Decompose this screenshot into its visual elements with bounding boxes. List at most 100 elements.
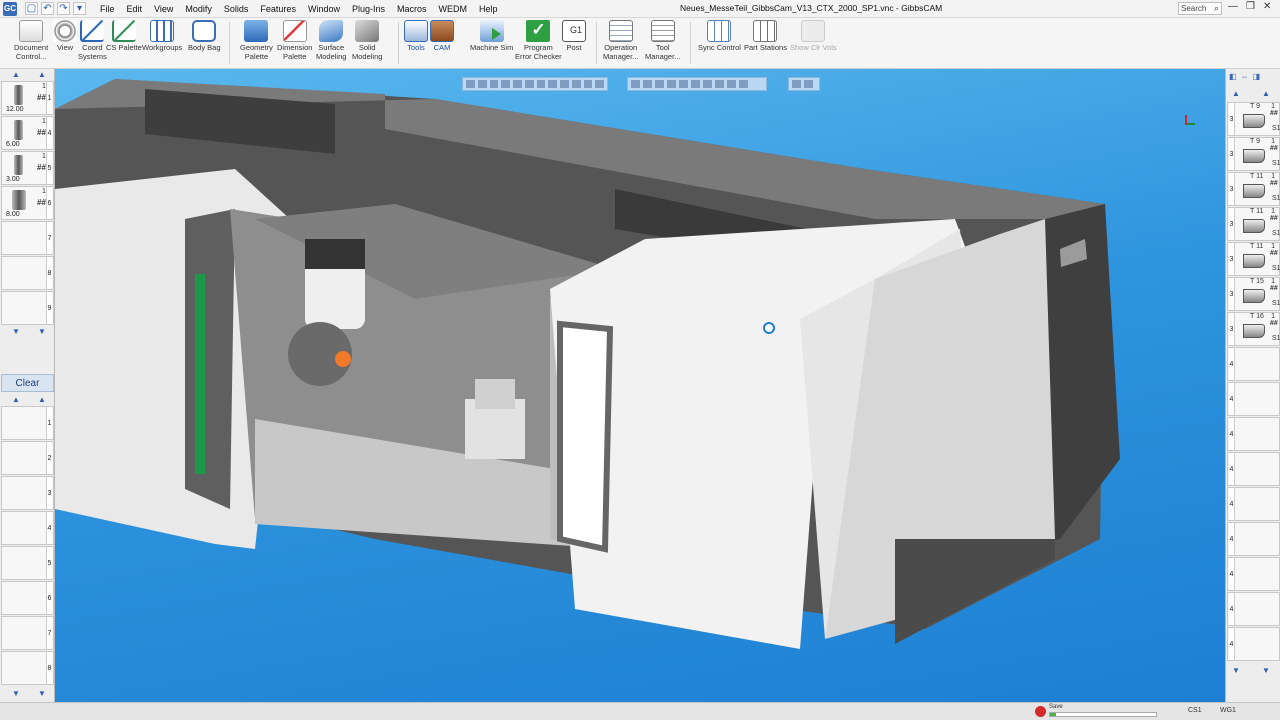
left-tool-palette: ▲ ▲ 1 ## 12.00 1 1 ## 6.00 4 1 ## 3.00 5… — [0, 69, 55, 702]
wg-indicator[interactable]: WG1 — [1220, 707, 1236, 714]
scroll-up-icon[interactable]: ▲ — [12, 395, 20, 404]
process-slot[interactable]: 6 — [1, 581, 54, 615]
clear-button[interactable]: Clear — [1, 374, 54, 392]
process-slot[interactable]: 2 — [1, 441, 54, 475]
turning-tool-slot[interactable]: 3T 11 1 ## S1 — [1227, 242, 1280, 276]
tool-slot[interactable]: 1 ## 6.00 4 — [1, 116, 54, 150]
menu-file[interactable]: File — [94, 4, 121, 14]
tool-slot-empty[interactable]: 4 — [1227, 382, 1280, 416]
3d-viewport[interactable] — [55, 69, 1225, 702]
close-button[interactable]: ✕ — [1263, 1, 1271, 12]
process-slot[interactable]: 1 — [1, 406, 54, 440]
surface-modeling-button[interactable]: Surface Modeling — [316, 20, 346, 61]
process-slot[interactable]: 5 — [1, 546, 54, 580]
menu-view[interactable]: View — [148, 4, 179, 14]
turning-tool-slot[interactable]: 3T 16 1 ## S1 — [1227, 312, 1280, 346]
solid-modeling-button[interactable]: Solid Modeling — [352, 20, 382, 61]
menu-wedm[interactable]: WEDM — [433, 4, 474, 14]
tool-slot-empty[interactable]: 9 — [1, 291, 54, 325]
tool-slot-empty[interactable]: 4 — [1227, 487, 1280, 521]
cs-palette-button[interactable]: CS Palette — [106, 20, 142, 52]
restore-button[interactable]: ❐ — [1246, 1, 1255, 12]
tool-slot-empty[interactable]: 4 — [1227, 522, 1280, 556]
coord-systems-button[interactable]: Coord Systems — [78, 20, 107, 61]
turning-tool-slot[interactable]: 3T 15 1 ## S1 — [1227, 277, 1280, 311]
menu-solids[interactable]: Solids — [218, 4, 255, 14]
menu-modify[interactable]: Modify — [179, 4, 218, 14]
gibbscam-app-icon[interactable]: GC — [3, 1, 17, 16]
view-button[interactable]: View — [53, 20, 77, 52]
body-bag-button[interactable]: Body Bag — [188, 20, 221, 52]
tool-slot-empty[interactable]: 4 — [1227, 627, 1280, 661]
search-box[interactable]: Search ⌕ — [1178, 2, 1222, 15]
menu-plug-ins[interactable]: Plug-Ins — [346, 4, 391, 14]
palette-left-icon[interactable]: ◧ — [1229, 72, 1237, 81]
scroll-bottom-icon[interactable]: ▼ — [38, 327, 46, 336]
tool-slot-empty[interactable]: 4 — [1227, 592, 1280, 626]
palette-right-icon[interactable]: ◨ — [1253, 72, 1261, 81]
tool-slot[interactable]: 1 ## 12.00 1 — [1, 81, 54, 115]
menu-macros[interactable]: Macros — [391, 4, 433, 14]
palette-swap-icon[interactable]: ⇔ — [1241, 72, 1249, 81]
turning-tool-icon — [1243, 289, 1265, 303]
program-error-checker-button[interactable]: Program Error Checker — [515, 20, 562, 61]
menu-edit[interactable]: Edit — [121, 4, 149, 14]
check-icon — [526, 20, 551, 42]
new-icon[interactable]: ▢ — [25, 2, 38, 15]
show-clr-vols-button[interactable]: Show Clr Vols — [790, 20, 837, 52]
turning-tool-slot[interactable]: 3T 9 1 ## S1 — [1227, 102, 1280, 136]
scroll-down-icon[interactable]: ▼ — [1262, 666, 1270, 675]
search-icon[interactable]: ⌕ — [1214, 3, 1221, 14]
tools-button[interactable]: Tools — [404, 20, 428, 52]
tool-slot-empty[interactable]: 4 — [1227, 557, 1280, 591]
tools-icon — [404, 20, 428, 42]
tool-slot-empty[interactable]: 4 — [1227, 452, 1280, 486]
part-stations-button[interactable]: Part Stations — [744, 20, 787, 52]
document-control-button[interactable]: Document Control... — [14, 20, 48, 61]
post-button[interactable]: Post — [562, 20, 586, 52]
mill-tool-icon — [12, 190, 26, 210]
sync-control-button[interactable]: Sync Control — [698, 20, 741, 52]
turning-tool-slot[interactable]: 3T 9 1 ## S1 — [1227, 137, 1280, 171]
tool-slot[interactable]: 1 ## 8.00 6 — [1, 186, 54, 220]
scroll-down-icon[interactable]: ▼ — [12, 689, 20, 698]
process-slot[interactable]: 8 — [1, 651, 54, 685]
stop-icon[interactable] — [1035, 706, 1046, 717]
scroll-down-icon[interactable]: ▼ — [12, 327, 20, 336]
geometry-palette-button[interactable]: Geometry Palette — [240, 20, 273, 61]
tool-slot-empty[interactable]: 4 — [1227, 417, 1280, 451]
tool-slot[interactable]: 1 ## 3.00 5 — [1, 151, 54, 185]
turning-tool-slot[interactable]: 3T 11 1 ## S1 — [1227, 172, 1280, 206]
scroll-top-icon[interactable]: ▲ — [38, 395, 46, 404]
scroll-top-icon[interactable]: ▲ — [38, 70, 46, 79]
scroll-top-icon[interactable]: ▲ — [1232, 89, 1240, 98]
menu-features[interactable]: Features — [254, 4, 302, 14]
menu-window[interactable]: Window — [302, 4, 346, 14]
scroll-up-icon[interactable]: ▲ — [1262, 89, 1270, 98]
tool-slot-empty[interactable]: 4 — [1227, 347, 1280, 381]
tool-slot-empty[interactable]: 7 — [1, 221, 54, 255]
scroll-bottom-icon[interactable]: ▼ — [1232, 666, 1240, 675]
turning-tool-slot[interactable]: 3T 11 1 ## S1 — [1227, 207, 1280, 241]
customize-icon[interactable]: ▾ — [73, 2, 86, 15]
operation-manager-button[interactable]: Operation Manager... — [603, 20, 638, 61]
cs-indicator[interactable]: CS1 — [1188, 707, 1202, 714]
scroll-up-icon[interactable]: ▲ — [12, 70, 20, 79]
process-slot[interactable]: 3 — [1, 476, 54, 510]
dimension-palette-button[interactable]: Dimension Palette — [277, 20, 312, 61]
turning-tool-icon — [1243, 184, 1265, 198]
minimize-button[interactable]: — — [1228, 1, 1238, 12]
cam-button[interactable]: CAM — [430, 20, 454, 52]
drill-tool-icon — [14, 85, 23, 105]
process-slot[interactable]: 7 — [1, 616, 54, 650]
undo-icon[interactable]: ↶ — [41, 2, 54, 15]
workgroups-button[interactable]: Workgroups — [142, 20, 182, 52]
menu-help[interactable]: Help — [473, 4, 504, 14]
redo-icon[interactable]: ↷ — [57, 2, 70, 15]
machine-sim-button[interactable]: Machine Sim — [470, 20, 513, 52]
scroll-bottom-icon[interactable]: ▼ — [38, 689, 46, 698]
process-slot[interactable]: 4 — [1, 511, 54, 545]
toolbar-separator — [398, 22, 399, 64]
tool-slot-empty[interactable]: 8 — [1, 256, 54, 290]
tool-manager-button[interactable]: Tool Manager... — [645, 20, 680, 61]
